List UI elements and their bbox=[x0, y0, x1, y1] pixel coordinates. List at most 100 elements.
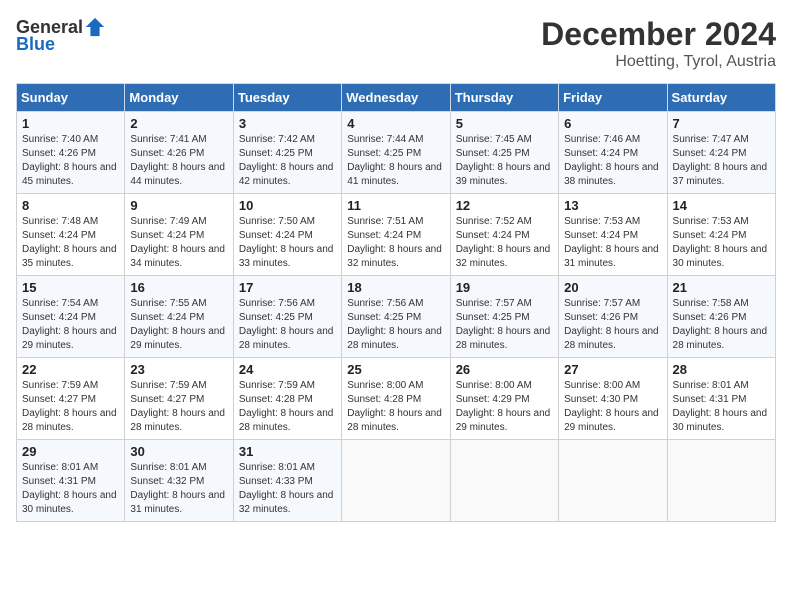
calendar-week-row: 1 Sunrise: 7:40 AMSunset: 4:26 PMDayligh… bbox=[17, 112, 776, 194]
day-number: 3 bbox=[239, 116, 336, 131]
calendar-day-cell: 6 Sunrise: 7:46 AMSunset: 4:24 PMDayligh… bbox=[559, 112, 667, 194]
day-info: Sunrise: 7:46 AMSunset: 4:24 PMDaylight:… bbox=[564, 133, 661, 189]
calendar-day-cell: 1 Sunrise: 7:40 AMSunset: 4:26 PMDayligh… bbox=[17, 112, 125, 194]
day-number: 25 bbox=[347, 362, 444, 377]
day-info: Sunrise: 7:53 AMSunset: 4:24 PMDaylight:… bbox=[673, 215, 770, 271]
calendar-header-row: SundayMondayTuesdayWednesdayThursdayFrid… bbox=[17, 84, 776, 112]
day-info: Sunrise: 7:52 AMSunset: 4:24 PMDaylight:… bbox=[456, 215, 553, 271]
day-info: Sunrise: 7:59 AMSunset: 4:28 PMDaylight:… bbox=[239, 379, 336, 435]
calendar-subtitle: Hoetting, Tyrol, Austria bbox=[541, 53, 776, 71]
day-number: 1 bbox=[22, 116, 119, 131]
day-number: 9 bbox=[130, 198, 227, 213]
day-info: Sunrise: 7:53 AMSunset: 4:24 PMDaylight:… bbox=[564, 215, 661, 271]
day-info: Sunrise: 7:40 AMSunset: 4:26 PMDaylight:… bbox=[22, 133, 119, 189]
day-info: Sunrise: 8:01 AMSunset: 4:31 PMDaylight:… bbox=[673, 379, 770, 435]
calendar-day-cell: 29 Sunrise: 8:01 AMSunset: 4:31 PMDaylig… bbox=[17, 440, 125, 522]
calendar-day-cell: 5 Sunrise: 7:45 AMSunset: 4:25 PMDayligh… bbox=[450, 112, 558, 194]
day-info: Sunrise: 8:01 AMSunset: 4:33 PMDaylight:… bbox=[239, 461, 336, 517]
day-of-week-header: Wednesday bbox=[342, 84, 450, 112]
day-number: 7 bbox=[673, 116, 770, 131]
day-number: 30 bbox=[130, 444, 227, 459]
calendar-day-cell: 16 Sunrise: 7:55 AMSunset: 4:24 PMDaylig… bbox=[125, 276, 233, 358]
calendar-day-cell: 18 Sunrise: 7:56 AMSunset: 4:25 PMDaylig… bbox=[342, 276, 450, 358]
day-number: 18 bbox=[347, 280, 444, 295]
day-info: Sunrise: 7:41 AMSunset: 4:26 PMDaylight:… bbox=[130, 133, 227, 189]
calendar-day-cell: 13 Sunrise: 7:53 AMSunset: 4:24 PMDaylig… bbox=[559, 194, 667, 276]
calendar-day-cell: 4 Sunrise: 7:44 AMSunset: 4:25 PMDayligh… bbox=[342, 112, 450, 194]
calendar-day-cell: 20 Sunrise: 7:57 AMSunset: 4:26 PMDaylig… bbox=[559, 276, 667, 358]
calendar-day-cell: 17 Sunrise: 7:56 AMSunset: 4:25 PMDaylig… bbox=[233, 276, 341, 358]
calendar-day-cell: 30 Sunrise: 8:01 AMSunset: 4:32 PMDaylig… bbox=[125, 440, 233, 522]
day-info: Sunrise: 7:49 AMSunset: 4:24 PMDaylight:… bbox=[130, 215, 227, 271]
calendar-week-row: 29 Sunrise: 8:01 AMSunset: 4:31 PMDaylig… bbox=[17, 440, 776, 522]
calendar-day-cell: 3 Sunrise: 7:42 AMSunset: 4:25 PMDayligh… bbox=[233, 112, 341, 194]
day-info: Sunrise: 7:58 AMSunset: 4:26 PMDaylight:… bbox=[673, 297, 770, 353]
calendar-week-row: 15 Sunrise: 7:54 AMSunset: 4:24 PMDaylig… bbox=[17, 276, 776, 358]
logo-blue-text: Blue bbox=[16, 34, 55, 55]
day-number: 5 bbox=[456, 116, 553, 131]
calendar-day-cell: 21 Sunrise: 7:58 AMSunset: 4:26 PMDaylig… bbox=[667, 276, 775, 358]
day-number: 17 bbox=[239, 280, 336, 295]
logo-icon bbox=[84, 16, 106, 38]
day-of-week-header: Sunday bbox=[17, 84, 125, 112]
calendar-day-cell: 7 Sunrise: 7:47 AMSunset: 4:24 PMDayligh… bbox=[667, 112, 775, 194]
day-number: 15 bbox=[22, 280, 119, 295]
day-info: Sunrise: 7:59 AMSunset: 4:27 PMDaylight:… bbox=[22, 379, 119, 435]
day-number: 22 bbox=[22, 362, 119, 377]
day-number: 12 bbox=[456, 198, 553, 213]
day-number: 14 bbox=[673, 198, 770, 213]
logo: General Blue bbox=[16, 16, 106, 55]
day-of-week-header: Friday bbox=[559, 84, 667, 112]
calendar-day-cell: 28 Sunrise: 8:01 AMSunset: 4:31 PMDaylig… bbox=[667, 358, 775, 440]
day-info: Sunrise: 8:00 AMSunset: 4:30 PMDaylight:… bbox=[564, 379, 661, 435]
calendar-day-cell: 15 Sunrise: 7:54 AMSunset: 4:24 PMDaylig… bbox=[17, 276, 125, 358]
day-number: 23 bbox=[130, 362, 227, 377]
calendar-day-cell: 14 Sunrise: 7:53 AMSunset: 4:24 PMDaylig… bbox=[667, 194, 775, 276]
day-info: Sunrise: 8:00 AMSunset: 4:29 PMDaylight:… bbox=[456, 379, 553, 435]
day-number: 8 bbox=[22, 198, 119, 213]
calendar-day-cell bbox=[450, 440, 558, 522]
day-number: 24 bbox=[239, 362, 336, 377]
calendar-table: SundayMondayTuesdayWednesdayThursdayFrid… bbox=[16, 83, 776, 522]
calendar-day-cell: 19 Sunrise: 7:57 AMSunset: 4:25 PMDaylig… bbox=[450, 276, 558, 358]
calendar-day-cell: 23 Sunrise: 7:59 AMSunset: 4:27 PMDaylig… bbox=[125, 358, 233, 440]
day-of-week-header: Thursday bbox=[450, 84, 558, 112]
day-number: 21 bbox=[673, 280, 770, 295]
calendar-day-cell: 24 Sunrise: 7:59 AMSunset: 4:28 PMDaylig… bbox=[233, 358, 341, 440]
calendar-day-cell bbox=[667, 440, 775, 522]
title-area: December 2024 Hoetting, Tyrol, Austria bbox=[541, 16, 776, 71]
day-info: Sunrise: 7:54 AMSunset: 4:24 PMDaylight:… bbox=[22, 297, 119, 353]
calendar-day-cell: 27 Sunrise: 8:00 AMSunset: 4:30 PMDaylig… bbox=[559, 358, 667, 440]
day-info: Sunrise: 7:57 AMSunset: 4:25 PMDaylight:… bbox=[456, 297, 553, 353]
calendar-day-cell: 26 Sunrise: 8:00 AMSunset: 4:29 PMDaylig… bbox=[450, 358, 558, 440]
day-info: Sunrise: 7:50 AMSunset: 4:24 PMDaylight:… bbox=[239, 215, 336, 271]
day-info: Sunrise: 8:01 AMSunset: 4:32 PMDaylight:… bbox=[130, 461, 227, 517]
calendar-day-cell bbox=[559, 440, 667, 522]
day-of-week-header: Monday bbox=[125, 84, 233, 112]
calendar-day-cell: 31 Sunrise: 8:01 AMSunset: 4:33 PMDaylig… bbox=[233, 440, 341, 522]
day-number: 16 bbox=[130, 280, 227, 295]
calendar-day-cell: 10 Sunrise: 7:50 AMSunset: 4:24 PMDaylig… bbox=[233, 194, 341, 276]
day-number: 27 bbox=[564, 362, 661, 377]
day-info: Sunrise: 8:01 AMSunset: 4:31 PMDaylight:… bbox=[22, 461, 119, 517]
calendar-week-row: 22 Sunrise: 7:59 AMSunset: 4:27 PMDaylig… bbox=[17, 358, 776, 440]
calendar-week-row: 8 Sunrise: 7:48 AMSunset: 4:24 PMDayligh… bbox=[17, 194, 776, 276]
calendar-title: December 2024 bbox=[541, 16, 776, 53]
day-info: Sunrise: 7:47 AMSunset: 4:24 PMDaylight:… bbox=[673, 133, 770, 189]
day-number: 11 bbox=[347, 198, 444, 213]
day-number: 28 bbox=[673, 362, 770, 377]
day-number: 2 bbox=[130, 116, 227, 131]
day-number: 10 bbox=[239, 198, 336, 213]
day-of-week-header: Saturday bbox=[667, 84, 775, 112]
day-info: Sunrise: 7:56 AMSunset: 4:25 PMDaylight:… bbox=[347, 297, 444, 353]
header: General Blue December 2024 Hoetting, Tyr… bbox=[16, 16, 776, 71]
calendar-day-cell: 2 Sunrise: 7:41 AMSunset: 4:26 PMDayligh… bbox=[125, 112, 233, 194]
day-info: Sunrise: 7:42 AMSunset: 4:25 PMDaylight:… bbox=[239, 133, 336, 189]
day-info: Sunrise: 7:57 AMSunset: 4:26 PMDaylight:… bbox=[564, 297, 661, 353]
day-info: Sunrise: 7:48 AMSunset: 4:24 PMDaylight:… bbox=[22, 215, 119, 271]
day-number: 29 bbox=[22, 444, 119, 459]
day-info: Sunrise: 7:51 AMSunset: 4:24 PMDaylight:… bbox=[347, 215, 444, 271]
calendar-day-cell bbox=[342, 440, 450, 522]
day-number: 6 bbox=[564, 116, 661, 131]
calendar-day-cell: 22 Sunrise: 7:59 AMSunset: 4:27 PMDaylig… bbox=[17, 358, 125, 440]
